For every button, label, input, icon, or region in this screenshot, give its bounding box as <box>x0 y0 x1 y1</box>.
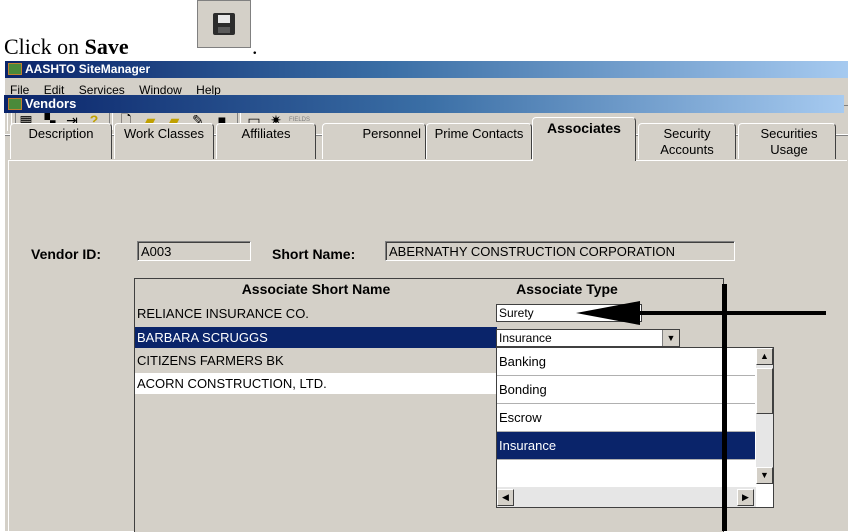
tab-affiliates[interactable]: Affiliates <box>216 123 316 159</box>
col-header-associate-type: Associate Type <box>516 281 618 297</box>
tab-securities-usage[interactable]: Securities Usage <box>738 123 836 159</box>
option-insurance[interactable]: Insurance <box>497 432 755 460</box>
associate-type-select-active[interactable]: Insurance ▼ <box>496 329 680 347</box>
col-header-short-name: Associate Short Name <box>241 281 391 297</box>
instruction-suffix: . <box>252 34 258 59</box>
instruction-prefix: Click on <box>4 34 85 59</box>
scroll-thumb[interactable] <box>756 368 773 414</box>
scroll-right-icon[interactable]: ▶ <box>737 489 754 506</box>
callout-vertical-line <box>722 284 727 531</box>
tab-work-classes[interactable]: Work Classes <box>114 123 214 159</box>
option-banking[interactable]: Banking <box>497 348 755 376</box>
table-row[interactable]: RELIANCE INSURANCE CO. <box>135 303 497 324</box>
scroll-left-icon[interactable]: ◀ <box>497 489 514 506</box>
tab-personnel[interactable]: Personnel <box>322 123 426 159</box>
tab-description[interactable]: Description <box>10 123 112 159</box>
scroll-up-icon[interactable]: ▲ <box>756 348 773 365</box>
scroll-down-icon[interactable]: ▼ <box>756 467 773 484</box>
tab-security-accounts[interactable]: Security Accounts <box>638 123 736 159</box>
vendor-id-field[interactable]: A003 <box>137 241 251 261</box>
short-name-label: Short Name: <box>272 246 356 262</box>
option-escrow[interactable]: Escrow <box>497 404 755 432</box>
instruction-bold: Save <box>84 34 129 59</box>
dropdown-vscrollbar[interactable]: ▲ ▼ <box>756 348 773 484</box>
callout-arrow-head-icon <box>576 301 640 325</box>
associate-type-dropdown-list[interactable]: Banking Bonding Escrow Insurance ▲ ▼ ◀ ▶ <box>496 347 774 508</box>
short-name-field[interactable]: ABERNATHY CONSTRUCTION CORPORATION <box>385 241 735 261</box>
table-row[interactable]: CITIZENS FARMERS BK <box>135 350 497 371</box>
vendor-id-label: Vendor ID: <box>31 246 102 262</box>
tab-associates[interactable]: Associates <box>532 117 636 161</box>
callout-arrow-shaft <box>632 311 826 315</box>
dropdown-arrow-icon[interactable]: ▼ <box>662 330 679 346</box>
app-logo-icon <box>8 63 22 75</box>
tab-prime-contacts[interactable]: Prime Contacts <box>426 123 532 159</box>
option-bonding[interactable]: Bonding <box>497 376 755 404</box>
dropdown-hscrollbar[interactable]: ◀ ▶ <box>497 487 756 507</box>
app-title: AASHTO SiteManager <box>25 62 151 76</box>
app-titlebar: AASHTO SiteManager <box>5 61 848 78</box>
vendors-title: Vendors <box>25 96 77 111</box>
vendors-titlebar: Vendors <box>4 95 844 113</box>
save-icon-large <box>197 0 251 48</box>
vendors-icon <box>8 98 22 110</box>
table-row-selected[interactable]: BARBARA SCRUGGS <box>135 327 497 348</box>
table-row[interactable]: ACORN CONSTRUCTION, LTD. <box>135 373 497 394</box>
